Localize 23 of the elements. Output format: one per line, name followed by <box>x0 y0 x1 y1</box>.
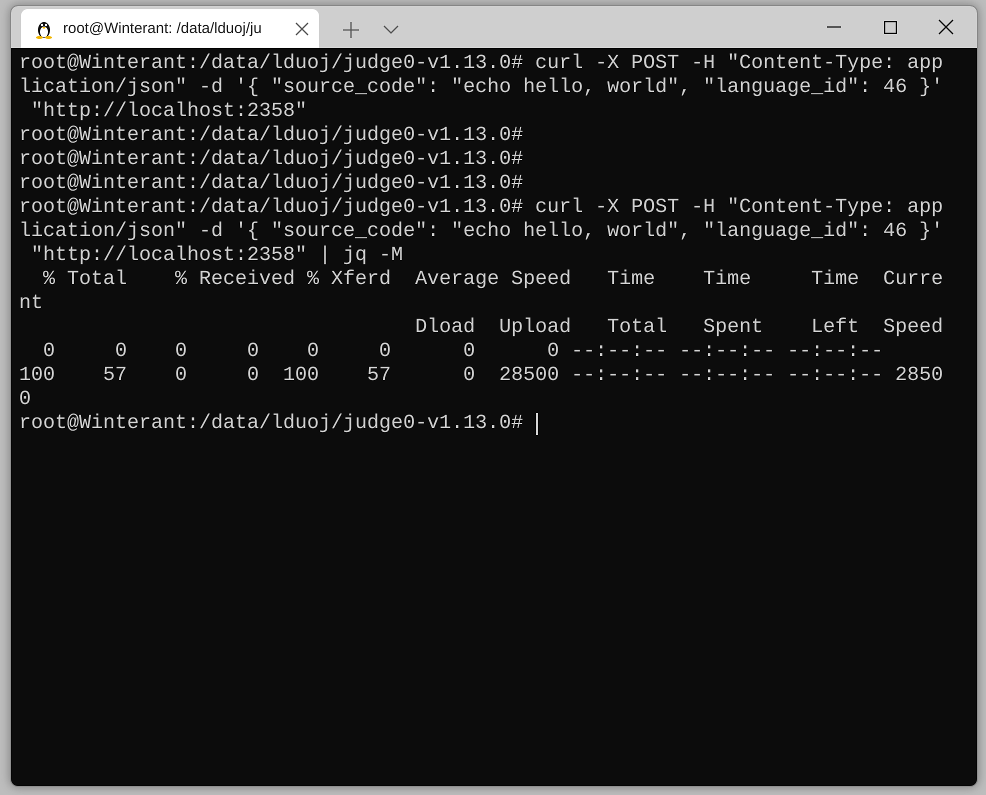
terminal-line: "http://localhost:2358" <box>30 100 308 124</box>
terminal-line: lication/json" -d '{ "source_code": "echo hello, world", "language_id": 46 }' <box>19 76 944 100</box>
chevron-down-icon <box>383 25 399 35</box>
terminal-line: root@Winterant:/data/lduoj/judge0-v1.13.0# <box>19 412 524 436</box>
close-icon <box>938 19 954 35</box>
terminal-line: "http://localhost:2358" | jq -M <box>30 244 404 268</box>
minimize-icon <box>827 26 841 28</box>
terminal-tab[interactable]: root@Winterant: /data/lduoj/ju <box>21 9 319 48</box>
terminal-line: lication/json" -d '{ "source_code": "echo hello, world", "language_id": 46 }' <box>19 220 944 244</box>
close-icon[interactable] <box>295 22 309 36</box>
terminal-line: root@Winterant:/data/lduoj/judge0-v1.13.0# <box>19 124 524 148</box>
maximize-icon <box>884 20 896 34</box>
terminal-line: Dload Upload Total Spent Left Speed <box>414 316 944 340</box>
terminal-line: root@Winterant:/data/lduoj/judge0-v1.13.0# <box>19 172 524 196</box>
plus-icon <box>342 21 360 39</box>
terminal-line: root@Winterant:/data/lduoj/judge0-v1.13.0# <box>19 148 524 172</box>
terminal-line: 0 0 0 0 0 0 0 0 --:--:-- --:--:-- --:--:-- <box>42 340 884 364</box>
terminal-line: 0 <box>19 388 32 412</box>
terminal-line: % Total % Received % Xferd Average Speed Time Time Time Curre <box>42 268 944 292</box>
terminal-line: nt <box>19 292 44 316</box>
terminal-line: root@Winterant:/data/lduoj/judge0-v1.13.0# curl -X POST -H "Content-Type: app <box>19 52 944 76</box>
terminal-line: root@Winterant:/data/lduoj/judge0-v1.13.0# curl -X POST -H "Content-Type: app <box>19 196 944 220</box>
terminal-line: 100 57 0 0 100 57 0 28500 --:--:-- --:--:-- --:--:-- 2850 <box>19 364 944 388</box>
